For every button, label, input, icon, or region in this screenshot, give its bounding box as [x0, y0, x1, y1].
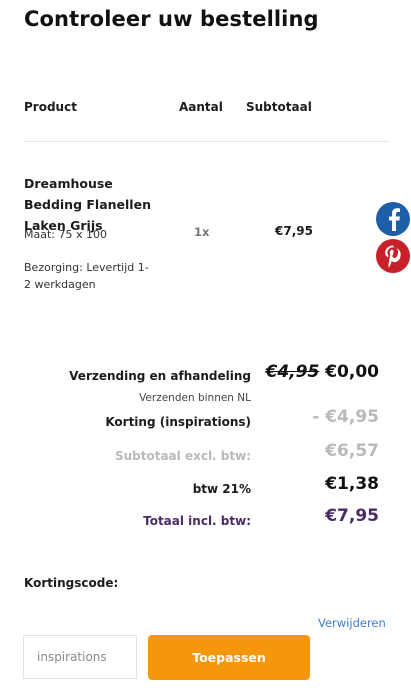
facebook-icon [389, 208, 400, 231]
total-label: Totaal incl. btw: [143, 514, 251, 528]
subtotal-excl-label: Subtotaal excl. btw: [114, 449, 251, 463]
page-title: Controleer uw bestelling [24, 7, 319, 31]
header-divider [24, 141, 390, 142]
product-name[interactable]: Dreamhouse Bedding Flanellen Laken Grijs [24, 173, 151, 236]
coupon-label: Kortingscode: [24, 576, 119, 590]
product-quantity: 1x [194, 225, 210, 239]
coupon-input[interactable] [23, 635, 137, 679]
header-product: Product [24, 100, 77, 114]
discount-label: Korting (inspirations) [105, 415, 251, 429]
product-variant: Maat: 75 x 100 [24, 228, 107, 241]
apply-coupon-button[interactable]: Toepassen [148, 635, 310, 680]
shipping-old-price: €4,95 [265, 362, 320, 382]
delivery-note-line: 2 werkdagen [24, 278, 96, 291]
facebook-share-button[interactable] [376, 202, 410, 236]
delivery-note-line: Bezorging: Levertijd 1- [24, 261, 149, 274]
product-subtotal: €7,95 [275, 224, 313, 238]
header-quantity: Aantal [179, 100, 223, 114]
discount-value: - €4,95 [312, 407, 379, 427]
total-value: €7,95 [325, 506, 379, 526]
subtotal-excl-value: €6,57 [325, 441, 379, 461]
pinterest-icon [385, 245, 401, 268]
remove-coupon-link[interactable]: Verwijderen [318, 616, 386, 630]
product-name-line: Bedding Flanellen [24, 197, 151, 212]
vat-label: btw 21% [192, 482, 251, 496]
shipping-region: Verzenden binnen NL [139, 392, 251, 404]
shipping-new-price: €0,00 [325, 362, 379, 382]
delivery-note: Bezorging: Levertijd 1- 2 werkdagen [24, 259, 149, 293]
pinterest-share-button[interactable] [376, 239, 410, 273]
product-name-line: Dreamhouse [24, 176, 113, 191]
vat-value: €1,38 [325, 474, 379, 494]
header-subtotal: Subtotaal [246, 100, 312, 114]
shipping-label: Verzending en afhandeling [69, 369, 251, 383]
shipping-value: €4,95 €0,00 [266, 362, 379, 382]
